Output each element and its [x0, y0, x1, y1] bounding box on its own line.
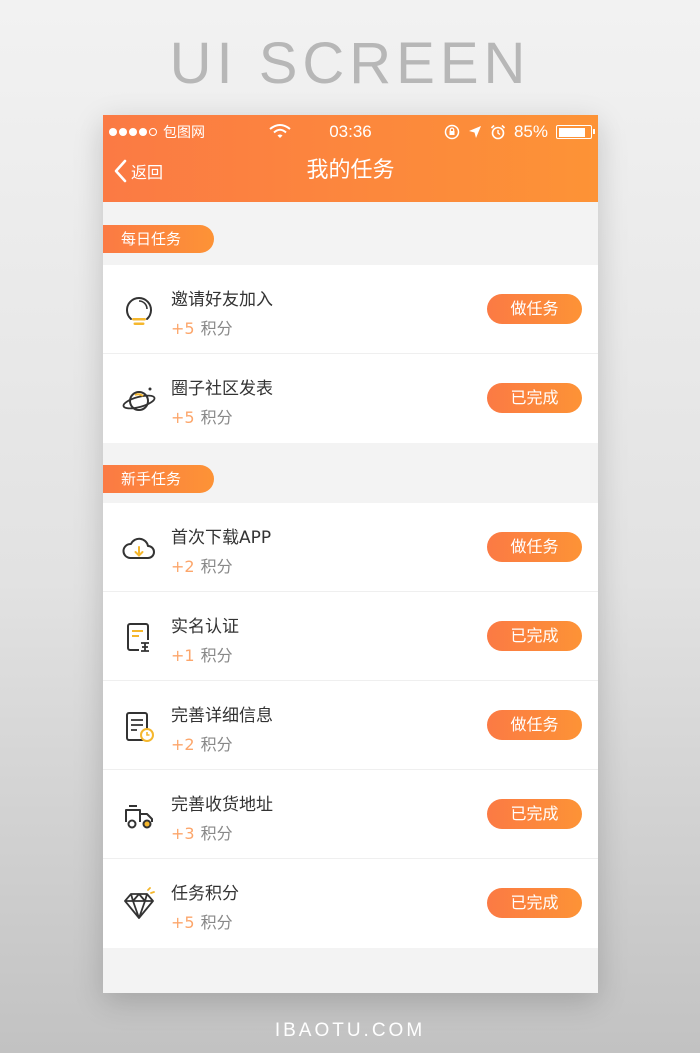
phone-screen: 包图网 03:36 85% 返回 我的任务 每日任务 邀请好友加入 +5 积分 … — [103, 115, 598, 993]
completed-button[interactable]: 已完成 — [487, 799, 582, 829]
cloud-download-icon — [122, 537, 155, 559]
task-row: 完善收货地址 +3 积分 已完成 — [103, 770, 598, 859]
points-label: 积分 — [200, 646, 233, 665]
page-header-title: UI SCREEN — [169, 31, 531, 96]
completed-button[interactable]: 已完成 — [487, 621, 582, 651]
status-bar: 包图网 03:36 85% — [103, 121, 598, 143]
top-bar: 包图网 03:36 85% 返回 我的任务 — [103, 115, 598, 202]
nav-bar: 返回 我的任务 — [103, 151, 598, 191]
do-task-button[interactable]: 做任务 — [487, 532, 582, 562]
task-points: +2 积分 — [171, 731, 233, 755]
delivery-truck-icon — [125, 805, 153, 829]
rotation-lock-icon — [444, 124, 460, 140]
points-value: +2 — [171, 735, 195, 754]
lightbulb-icon — [126, 297, 152, 325]
newbie-task-list: 首次下载APP +2 积分 做任务 实名认证 +1 积分 已完成 完善详细信息 — [103, 503, 598, 948]
task-row: 邀请好友加入 +5 积分 做任务 — [103, 265, 598, 354]
alarm-icon — [490, 124, 506, 140]
points-label: 积分 — [200, 557, 233, 576]
task-title: 完善详细信息 — [171, 706, 273, 726]
location-arrow-icon — [468, 126, 481, 138]
points-label: 积分 — [200, 735, 233, 754]
task-title: 完善收货地址 — [171, 795, 273, 815]
task-row: 任务积分 +5 积分 已完成 — [103, 859, 598, 948]
points-label: 积分 — [200, 913, 233, 932]
do-task-button[interactable]: 做任务 — [487, 710, 582, 740]
battery-icon — [556, 125, 595, 139]
task-points: +5 积分 — [171, 909, 233, 933]
task-title: 首次下载APP — [171, 528, 272, 548]
task-points: +5 积分 — [171, 404, 233, 428]
battery-percent: 85% — [513, 122, 548, 141]
section-daily-header: 每日任务 — [103, 202, 598, 265]
footer-brand: IBAOTU.COM — [274, 1020, 426, 1041]
completed-button[interactable]: 已完成 — [487, 383, 582, 413]
diamond-icon — [124, 887, 155, 919]
points-value: +5 — [171, 319, 195, 338]
task-title: 圈子社区发表 — [171, 379, 273, 399]
task-points: +5 积分 — [171, 315, 233, 339]
section-newbie-header: 新手任务 — [103, 443, 598, 503]
task-points: +1 积分 — [171, 642, 233, 666]
section-badge: 每日任务 — [103, 225, 214, 253]
id-document-icon — [127, 623, 151, 652]
task-points: +2 积分 — [171, 553, 233, 577]
points-value: +5 — [171, 408, 195, 427]
document-clock-icon — [126, 712, 154, 742]
points-value: +5 — [171, 913, 195, 932]
points-value: +2 — [171, 557, 195, 576]
task-row: 首次下载APP +2 积分 做任务 — [103, 503, 598, 592]
daily-task-list: 邀请好友加入 +5 积分 做任务 圈子社区发表 +5 积分 已完成 — [103, 265, 598, 443]
nav-title: 我的任务 — [306, 158, 395, 183]
task-row: 圈子社区发表 +5 积分 已完成 — [103, 354, 598, 443]
planet-icon — [122, 387, 156, 411]
task-points: +3 积分 — [171, 820, 233, 844]
section-badge: 新手任务 — [103, 465, 214, 493]
do-task-button[interactable]: 做任务 — [487, 294, 582, 324]
task-title: 邀请好友加入 — [171, 290, 273, 310]
completed-button[interactable]: 已完成 — [487, 888, 582, 918]
task-title: 实名认证 — [171, 617, 239, 637]
task-title: 任务积分 — [171, 884, 239, 904]
task-row: 完善详细信息 +2 积分 做任务 — [103, 681, 598, 770]
points-label: 积分 — [200, 319, 233, 338]
task-row: 实名认证 +1 积分 已完成 — [103, 592, 598, 681]
points-label: 积分 — [200, 824, 233, 843]
points-value: +3 — [171, 824, 195, 843]
points-label: 积分 — [200, 408, 233, 427]
points-value: +1 — [171, 646, 195, 665]
